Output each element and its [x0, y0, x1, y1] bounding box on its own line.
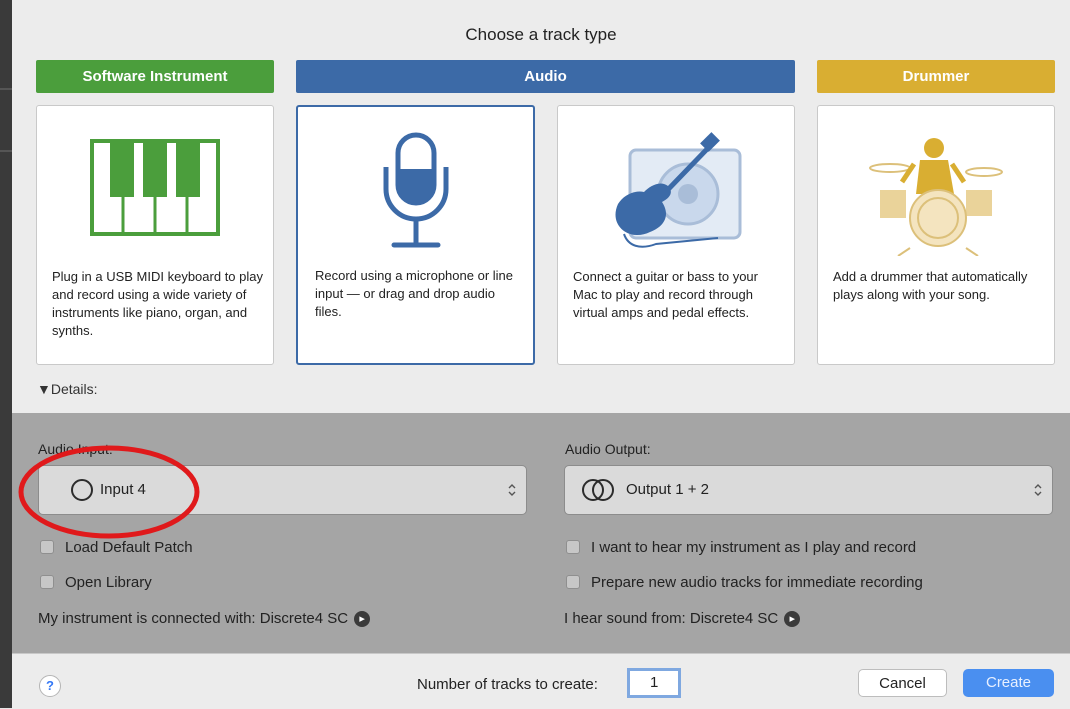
strip-band [0, 88, 12, 90]
drummer-icon [869, 138, 1003, 256]
audio-output-popup[interactable]: Output 1 + 2 [564, 465, 1053, 515]
audio-input-popup[interactable]: Input 4 [38, 465, 527, 515]
num-tracks-label: Number of tracks to create: [417, 676, 598, 693]
cancel-button[interactable]: Cancel [858, 669, 947, 697]
guitar-amp-icon [615, 132, 742, 248]
output-device-label: I hear sound from: Discrete4 SC [564, 610, 779, 627]
card-description: Add a drummer that automatically plays a… [833, 269, 1028, 302]
strip-band [0, 150, 12, 152]
dialog-title: Choose a track type [465, 25, 617, 44]
chevron-up-down-icon [1034, 484, 1042, 496]
open-library-checkbox[interactable]: Open Library [40, 574, 340, 594]
checkbox-label: Open Library [65, 574, 152, 591]
help-button[interactable]: ? [39, 675, 61, 697]
audio-output-value: Output 1 + 2 [626, 481, 709, 498]
mono-input-icon [71, 479, 93, 501]
background-window-strip [0, 0, 12, 708]
arrow-right-icon[interactable]: ▸ [354, 611, 371, 628]
arrow-right-icon[interactable]: ▸ [784, 611, 801, 628]
num-tracks-input[interactable]: 1 [627, 668, 681, 698]
create-button[interactable]: Create [963, 669, 1054, 697]
checkbox-box[interactable] [566, 540, 580, 554]
load-default-patch-checkbox[interactable]: Load Default Patch [40, 539, 340, 559]
microphone-icon [383, 132, 449, 248]
tab-drummer[interactable]: Drummer [817, 60, 1055, 93]
audio-output-label: Audio Output: [565, 441, 651, 457]
card-drummer[interactable]: Add a drummer that automatically plays a… [817, 105, 1055, 365]
card-software-instrument[interactable]: Plug in a USB MIDI keyboard to play and … [36, 105, 274, 365]
output-device-info: I hear sound from: Discrete4 SC ▸ [564, 610, 801, 628]
card-description: Record using a microphone or line input … [315, 268, 513, 319]
details-panel: Audio Input: Audio Output: Input 4 Outpu… [12, 413, 1070, 653]
stereo-output-icon [582, 479, 614, 501]
checkbox-label: Prepare new audio tracks for immediate r… [591, 574, 923, 591]
checkbox-label: Load Default Patch [65, 539, 193, 556]
track-type-dialog: Choose a track type Software Instrument … [12, 0, 1070, 709]
checkbox-box[interactable] [40, 575, 54, 589]
input-device-info: My instrument is connected with: Discret… [38, 610, 371, 628]
audio-input-value: Input 4 [100, 481, 146, 498]
checkbox-box[interactable] [40, 540, 54, 554]
card-guitar-bass[interactable]: Connect a guitar or bass to your Mac to … [557, 105, 795, 365]
card-description: Plug in a USB MIDI keyboard to play and … [52, 269, 263, 338]
piano-keyboard-icon [90, 139, 220, 236]
chevron-up-down-icon [508, 484, 516, 496]
dialog-footer: ? Number of tracks to create: 1 Cancel C… [12, 653, 1070, 709]
details-disclosure[interactable]: ▼Details: [37, 381, 98, 397]
checkbox-label: I want to hear my instrument as I play a… [591, 539, 917, 556]
checkbox-box[interactable] [566, 575, 580, 589]
audio-input-label: Audio Input: [38, 441, 113, 457]
input-device-label: My instrument is connected with: Discret… [38, 610, 349, 627]
card-audio-microphone[interactable]: Record using a microphone or line input … [296, 105, 535, 365]
tab-audio[interactable]: Audio [296, 60, 795, 93]
hear-instrument-checkbox[interactable]: I want to hear my instrument as I play a… [566, 539, 1046, 559]
card-description: Connect a guitar or bass to your Mac to … [573, 269, 758, 320]
prepare-recording-checkbox[interactable]: Prepare new audio tracks for immediate r… [566, 574, 1046, 594]
track-type-chooser: Choose a track type Software Instrument … [12, 0, 1070, 413]
tab-software-instrument[interactable]: Software Instrument [36, 60, 274, 93]
